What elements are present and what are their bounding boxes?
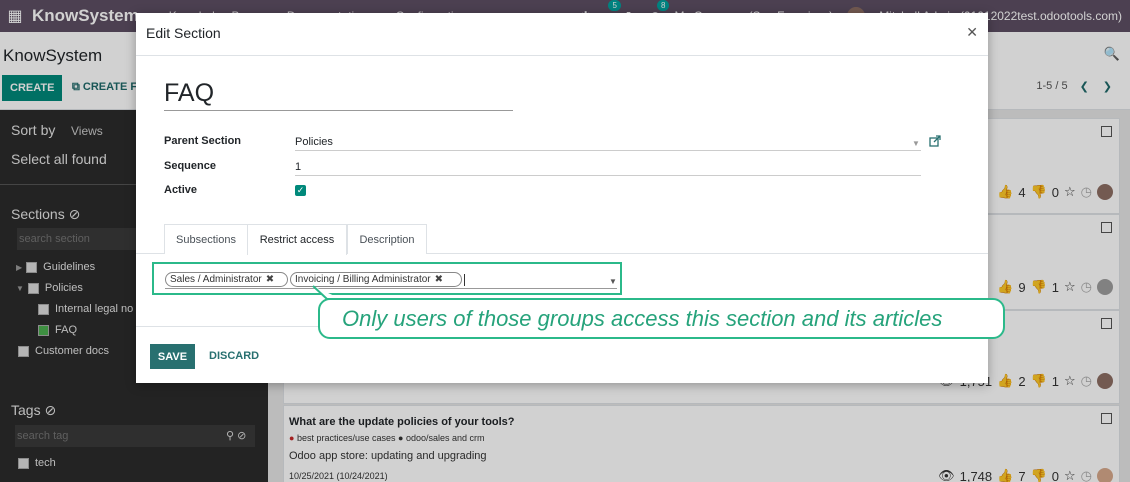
text-cursor	[464, 274, 465, 286]
active-label: Active	[164, 184, 198, 196]
modal-title: Edit Section	[146, 25, 221, 41]
group-tag-label: Sales / Administrator	[170, 274, 262, 285]
remove-tag-icon[interactable]: ✖	[266, 274, 274, 285]
group-tag-label: Invoicing / Billing Administrator	[295, 274, 431, 285]
save-button[interactable]: SAVE	[150, 344, 195, 369]
modal-header: Edit Section ✕	[136, 13, 988, 56]
external-link-icon[interactable]	[929, 135, 941, 147]
form-tabs: Subsections Restrict access Description	[136, 224, 988, 255]
chevron-down-icon[interactable]: ▼	[609, 277, 617, 286]
section-name-input[interactable]	[164, 77, 513, 111]
tab-description[interactable]: Description	[347, 224, 427, 254]
access-groups-field[interactable]: Sales / Administrator ✖ Invoicing / Bill…	[152, 262, 622, 295]
tab-restrict-access[interactable]: Restrict access	[247, 224, 347, 255]
parent-section-input[interactable]	[295, 133, 921, 151]
hint-text: Only users of those groups access this s…	[342, 306, 943, 331]
remove-tag-icon[interactable]: ✖	[435, 274, 443, 285]
tab-subsections[interactable]: Subsections	[164, 224, 248, 254]
access-groups-input[interactable]: Sales / Administrator ✖ Invoicing / Bill…	[165, 272, 617, 289]
parent-section-label: Parent Section	[164, 135, 242, 147]
chevron-down-icon[interactable]: ▼	[912, 139, 920, 148]
group-tag: Sales / Administrator ✖	[165, 272, 288, 287]
close-icon[interactable]: ✕	[966, 24, 978, 41]
active-checkbox[interactable]: ✓	[295, 185, 306, 196]
hint-callout: Only users of those groups access this s…	[318, 298, 1005, 339]
discard-button[interactable]: DISCARD	[209, 350, 259, 362]
sequence-input[interactable]	[295, 158, 921, 176]
sequence-label: Sequence	[164, 160, 216, 172]
